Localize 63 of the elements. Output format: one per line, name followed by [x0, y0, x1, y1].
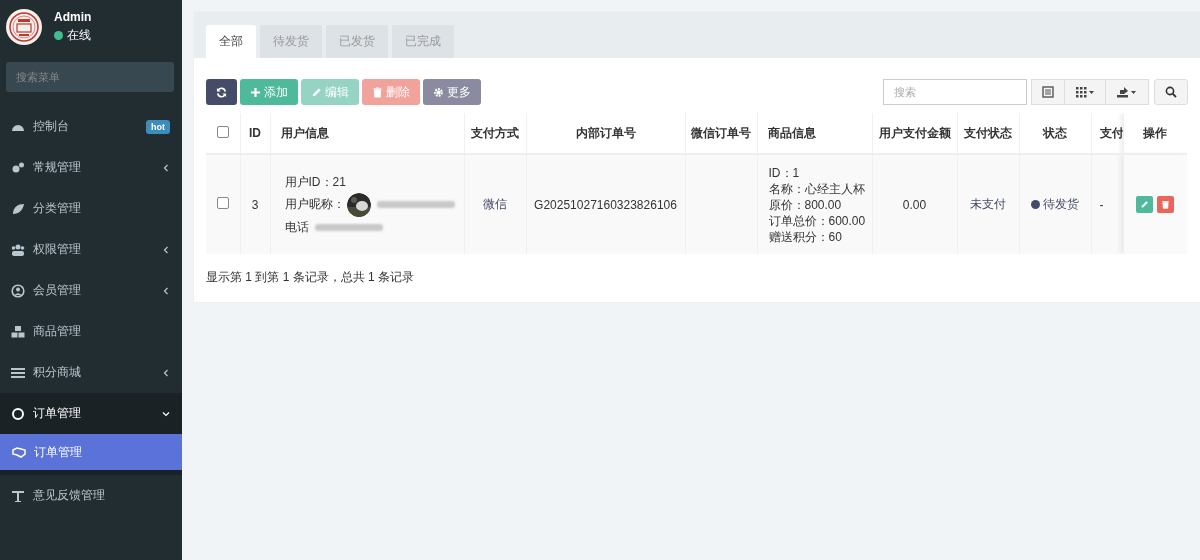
user-name: Admin: [54, 10, 92, 24]
tab[interactable]: 全部: [206, 25, 256, 58]
trash-icon: [372, 86, 383, 98]
user-status: 在线: [67, 27, 91, 44]
table-cell: 0.00: [872, 154, 957, 254]
export-button[interactable]: [1105, 79, 1149, 105]
hot-badge: hot: [146, 119, 170, 134]
user-icon: [11, 283, 25, 298]
menu-item[interactable]: 控制台 hot: [0, 106, 182, 147]
circle-icon: [11, 406, 25, 421]
gear-icon: [433, 86, 444, 98]
chevron-down-icon: [162, 409, 170, 418]
menu-item[interactable]: 商品管理: [0, 311, 182, 352]
menu-item[interactable]: 会员管理: [0, 270, 182, 311]
search-icon: [1165, 86, 1177, 98]
cogs-icon: [11, 160, 25, 175]
menu-item[interactable]: 权限管理: [0, 229, 182, 270]
blurred-phone: [314, 223, 383, 231]
phone-label: 电话: [284, 218, 309, 236]
text-icon: [11, 488, 25, 503]
trash-icon: [1161, 200, 1171, 209]
select-all-checkbox[interactable]: [216, 125, 229, 138]
menu-item[interactable]: 分类管理: [0, 188, 182, 229]
table-cell: G20251027160323826106: [526, 154, 685, 254]
leaf-icon: [11, 201, 25, 216]
columns-button[interactable]: [1064, 79, 1106, 105]
status-text: 待发货: [1043, 196, 1079, 213]
nickname-label: 用户昵称：: [284, 196, 345, 213]
menu-search-field[interactable]: 搜索菜单: [6, 62, 174, 92]
pencil-icon: [1140, 200, 1150, 209]
table-cell: 3: [240, 154, 270, 254]
refresh-button[interactable]: [206, 79, 237, 105]
table-cell: 未支付: [957, 154, 1019, 254]
row-checkbox[interactable]: [216, 197, 229, 209]
chevron-left-icon: [162, 163, 170, 172]
menu-item[interactable]: 订单管理: [0, 434, 182, 475]
menu-item[interactable]: 订单管理: [0, 393, 182, 434]
cubes-icon: [11, 324, 25, 339]
goods-info: ID：1 名称：心经主人杯 原价：800.00 订单总价：600.00 赠送积分：60: [767, 164, 867, 245]
column-header: 操作: [1123, 113, 1187, 154]
refresh-icon: [216, 86, 227, 98]
search-button[interactable]: [1154, 79, 1188, 105]
export-icon: [1116, 86, 1138, 98]
toggle-view-button[interactable]: [1031, 79, 1065, 105]
grid-icon: [1075, 86, 1095, 98]
pagination-info: 显示第 1 到第 1 条记录，总共 1 条记录: [206, 269, 416, 286]
delete-button[interactable]: [1157, 196, 1175, 213]
table-icon: [1042, 86, 1054, 98]
user-id: 用户ID：21: [284, 173, 347, 191]
plus-icon: [250, 86, 261, 98]
chevron-left-icon: [162, 368, 170, 377]
menu-item[interactable]: 积分商城: [0, 352, 182, 393]
users-icon: [11, 242, 25, 257]
pencil-icon: [311, 86, 322, 98]
chevron-left-icon: [162, 245, 170, 254]
list-icon: [11, 365, 25, 380]
menu-item[interactable]: 意见反馈管理: [0, 475, 182, 516]
chevron-left-icon: [162, 286, 170, 295]
table-cell: -: [1099, 197, 1104, 212]
search-field[interactable]: 搜索: [883, 79, 1027, 105]
menu-item[interactable]: 常规管理: [0, 147, 182, 188]
edit-button[interactable]: [1136, 196, 1154, 213]
table-cell: 微信: [464, 154, 526, 254]
